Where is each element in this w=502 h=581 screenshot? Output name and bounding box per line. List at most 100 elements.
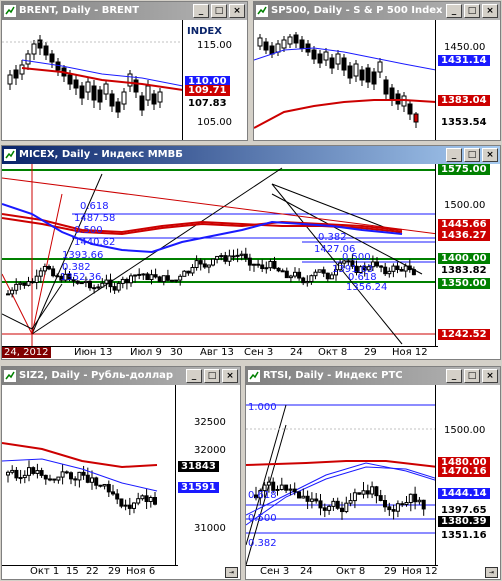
- candle-body: [374, 486, 379, 497]
- date-label: 24, 2012: [2, 347, 51, 358]
- candle-body: [309, 498, 314, 502]
- price-plot[interactable]: [2, 20, 183, 140]
- candle-body: [305, 280, 310, 284]
- candle-body: [145, 273, 150, 281]
- price-plot[interactable]: 1.000 0.618 0.500 0.382: [246, 385, 438, 565]
- close-button[interactable]: ×: [482, 4, 498, 18]
- maximize-button[interactable]: □: [211, 4, 227, 18]
- date-label: 30: [170, 347, 183, 358]
- fib-label: 0.382: [248, 538, 277, 549]
- maximize-button[interactable]: □: [204, 369, 220, 383]
- minimize-button[interactable]: _: [193, 4, 209, 18]
- candle-body: [211, 258, 215, 266]
- candle-body: [140, 495, 145, 500]
- fib-label: 0.500: [74, 225, 103, 236]
- fib-label: 1487.58: [74, 213, 116, 224]
- title-bar[interactable]: RTSI, Daily - Индекс РТС _ □ ×: [246, 367, 500, 385]
- candle-body: [215, 255, 220, 260]
- date-label: Сен 3: [244, 347, 274, 358]
- candle-body: [77, 471, 82, 481]
- index-badge: INDEX: [187, 26, 222, 37]
- candle-body: [321, 269, 326, 274]
- candle-body: [309, 275, 314, 282]
- candle-body: [305, 495, 310, 502]
- candle-body: [170, 279, 174, 282]
- date-label: Окт 1: [30, 566, 60, 577]
- price-axis: 1450.00 1431.14 1383.04 1353.54: [435, 20, 500, 140]
- price-tick: 1450.00: [444, 42, 486, 53]
- candle-body: [52, 478, 57, 481]
- candle-body: [42, 266, 47, 272]
- maximize-button[interactable]: □: [464, 369, 480, 383]
- maximize-button[interactable]: □: [464, 148, 480, 162]
- candle-body: [165, 275, 170, 281]
- micex-chart-window[interactable]: MICEX, Daily - Индекс ММВБ _ □ × 0.618 1…: [1, 145, 501, 360]
- brent-chart-window[interactable]: BRENT, Daily - BRENT _ □ × INDEX 115.00 10…: [1, 1, 248, 141]
- candle-body: [413, 493, 418, 503]
- candle-body: [407, 265, 412, 271]
- scroll-to-end-icon[interactable]: ⇥: [225, 567, 238, 578]
- candle-body: [149, 274, 154, 281]
- title-bar[interactable]: SIZ2, Daily - Рубль-доллар _ □ ×: [2, 367, 240, 385]
- candle-body: [116, 282, 121, 291]
- minimize-button[interactable]: _: [186, 369, 202, 383]
- price-plot[interactable]: [254, 20, 436, 140]
- candles-svg: [254, 32, 436, 129]
- price-tag: 1445.66: [438, 219, 490, 230]
- candle-body: [301, 495, 306, 499]
- candle-body: [27, 467, 31, 476]
- price-tag: 31591: [178, 482, 219, 493]
- price-tag: 1380.39: [438, 516, 490, 527]
- rtsi-chart-window[interactable]: RTSI, Daily - Индекс РТС _ □ × 1.000 0.618…: [245, 366, 501, 580]
- candle-body: [14, 469, 19, 479]
- candle-body: [314, 498, 319, 502]
- candle-body: [153, 274, 158, 278]
- candle-body: [132, 502, 136, 509]
- candle-body: [280, 270, 285, 273]
- date-axis: 24, 2012 Июн 13 Июл 9 30 Авг 13 Сен 3 24…: [2, 346, 438, 359]
- minimize-button[interactable]: _: [446, 369, 462, 383]
- candle-body: [387, 506, 392, 511]
- candle-body: [157, 276, 162, 283]
- candle-body: [38, 270, 43, 277]
- candle-body: [96, 286, 101, 289]
- fib-label-right: 0.382: [318, 232, 347, 243]
- price-plot[interactable]: 0.618 1487.58 0.500 1440.62 1393.66 0.38…: [2, 164, 438, 346]
- candle-body: [18, 477, 23, 480]
- candle-body: [10, 289, 15, 295]
- fib-label-right: 1356.24: [346, 282, 388, 293]
- title-bar[interactable]: SP500, Daily - S & P 500 Index _ □ ×: [254, 2, 500, 20]
- close-button[interactable]: ×: [222, 369, 238, 383]
- minimize-button[interactable]: _: [446, 4, 462, 18]
- price-tag: 1436.27: [438, 230, 490, 241]
- sp500-chart-window[interactable]: SP500, Daily - S & P 500 Index _ □ × 1450.…: [253, 1, 501, 141]
- candle-body: [161, 275, 166, 283]
- price-tag: 109.71: [185, 85, 230, 96]
- candle-body: [231, 255, 236, 258]
- candle-body: [352, 492, 357, 502]
- close-button[interactable]: ×: [482, 369, 498, 383]
- fib-label: 1440.62: [74, 237, 116, 248]
- price-tag: 1351.16: [441, 530, 487, 541]
- date-label: Ноя 12: [392, 347, 428, 358]
- scroll-to-end-icon[interactable]: ⇥: [485, 567, 498, 578]
- candle-body: [399, 268, 404, 272]
- price-tag: 1350.00: [438, 278, 490, 289]
- maximize-button[interactable]: □: [464, 4, 480, 18]
- candle-body: [395, 503, 400, 512]
- close-button[interactable]: ×: [229, 4, 245, 18]
- candle-body: [141, 273, 146, 276]
- title-bar[interactable]: MICEX, Daily - Индекс ММВБ _ □ ×: [2, 146, 500, 164]
- chart-icon: [256, 5, 268, 17]
- date-label: Сен 3: [260, 566, 290, 577]
- price-plot[interactable]: [2, 385, 178, 565]
- minimize-button[interactable]: _: [446, 148, 462, 162]
- close-button[interactable]: ×: [482, 148, 498, 162]
- candle-body: [417, 499, 422, 503]
- candle-body: [136, 498, 141, 504]
- siz2-chart-window[interactable]: SIZ2, Daily - Рубль-доллар _ □ × 32500 320…: [1, 366, 241, 580]
- price-tag: 1444.14: [438, 488, 490, 499]
- candle-body: [133, 274, 138, 277]
- candle-body: [174, 279, 179, 282]
- title-bar[interactable]: BRENT, Daily - BRENT _ □ ×: [2, 2, 247, 20]
